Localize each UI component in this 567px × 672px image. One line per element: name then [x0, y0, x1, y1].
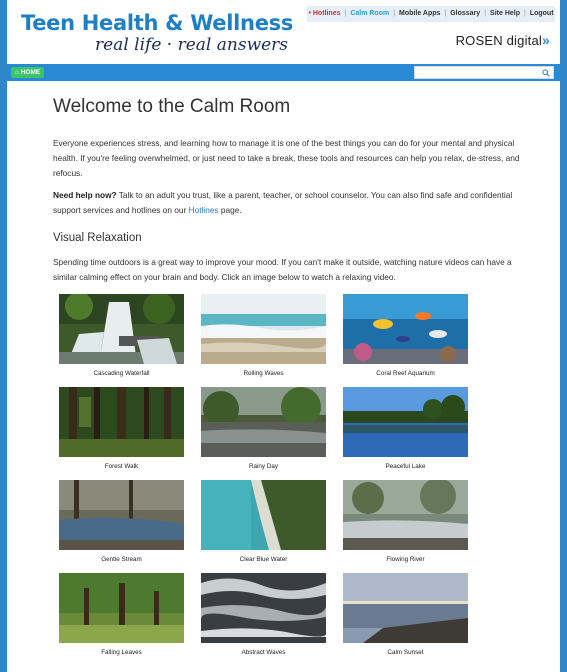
video-thumb-coral-reef[interactable]: Coral Reef Aquarium	[343, 294, 468, 377]
clear-water-image[interactable]	[201, 480, 326, 550]
nav-separator: |	[444, 10, 447, 17]
hotlines-link[interactable]: • Hotlines	[308, 6, 340, 22]
video-caption: Clear Blue Water	[239, 556, 288, 563]
site-logo[interactable]: Teen Health & Wellness real life · real …	[21, 12, 293, 56]
falling-leaves-image[interactable]	[59, 573, 184, 643]
site-help-link[interactable]: Site Help	[490, 6, 520, 22]
video-thumb-forest-walk[interactable]: Forest Walk	[59, 387, 184, 470]
intro-paragraph: Everyone experiences stress, and learnin…	[53, 138, 520, 178]
page-title: Welcome to the Calm Room	[53, 96, 291, 117]
nav-separator: |	[484, 10, 487, 17]
lake-image[interactable]	[343, 387, 468, 457]
forest-image[interactable]	[59, 387, 184, 457]
video-caption: Gentle Stream	[101, 556, 142, 563]
video-caption: Peaceful Lake	[385, 463, 426, 470]
hotlines-inline-link[interactable]: Hotlines	[189, 205, 219, 215]
help-heading: Need help now?	[53, 190, 117, 200]
abstract-waves-image[interactable]	[201, 573, 326, 643]
river-image[interactable]	[343, 480, 468, 550]
video-caption: Cascading Waterfall	[93, 370, 150, 377]
brand-title: Teen Health & Wellness	[21, 11, 294, 35]
top-nav: • Hotlines | Calm Room | Mobile Apps | G…	[307, 6, 555, 22]
video-caption: Rolling Waves	[243, 370, 284, 377]
video-thumb-clear-blue-water[interactable]: Clear Blue Water	[201, 480, 326, 563]
page: Teen Health & Wellness real life · real …	[7, 0, 560, 672]
help-paragraph: Need help now? Talk to an adult you trus…	[53, 188, 523, 218]
nav-separator: |	[344, 10, 347, 17]
help-text: Talk to an adult you trust, like a paren…	[53, 190, 513, 215]
waves-image[interactable]	[201, 294, 326, 364]
video-thumb-peaceful-lake[interactable]: Peaceful Lake	[343, 387, 468, 470]
main-navbar: ⌂ HOME	[7, 64, 560, 81]
rainy-day-image[interactable]	[201, 387, 326, 457]
publisher-name: ROSEN digital	[455, 33, 542, 48]
search-input[interactable]	[414, 66, 554, 79]
video-caption: Abstract Waves	[241, 649, 286, 656]
calm-room-link[interactable]: Calm Room	[350, 6, 389, 22]
video-caption: Coral Reef Aquarium	[376, 370, 435, 377]
video-thumb-gentle-stream[interactable]: Gentle Stream	[59, 480, 184, 563]
stream-image[interactable]	[59, 480, 184, 550]
video-thumb-rainy-day[interactable]: Rainy Day	[201, 387, 326, 470]
video-caption: Calm Sunset	[387, 649, 424, 656]
nav-separator: |	[393, 10, 396, 17]
brand-tagline: real life · real answers	[95, 35, 289, 55]
video-caption: Forest Walk	[104, 463, 139, 470]
video-thumb-rolling-waves[interactable]: Rolling Waves	[201, 294, 326, 377]
video-thumb-falling-leaves[interactable]: Falling Leaves	[59, 573, 184, 656]
video-thumb-abstract-waves[interactable]: Abstract Waves	[201, 573, 326, 656]
chevron-right-icon: »	[542, 32, 550, 48]
video-thumb-calm-sunset[interactable]: Calm Sunset	[343, 573, 468, 656]
nav-separator: |	[523, 10, 526, 17]
section-title: Visual Relaxation	[53, 232, 142, 244]
sunset-image[interactable]	[343, 573, 468, 643]
video-thumb-cascading-waterfall[interactable]: Cascading Waterfall	[59, 294, 184, 377]
logout-link[interactable]: Logout	[530, 6, 554, 22]
video-caption: Flowing River	[386, 556, 425, 563]
help-text-end: page.	[218, 205, 242, 215]
video-thumb-flowing-river[interactable]: Flowing River	[343, 480, 468, 563]
section-paragraph: Spending time outdoors is a great way to…	[53, 257, 512, 282]
glossary-link[interactable]: Glossary	[450, 6, 480, 22]
video-caption: Falling Leaves	[101, 649, 142, 656]
search-icon[interactable]	[542, 69, 550, 77]
waterfall-image[interactable]	[59, 294, 184, 364]
coral-reef-image[interactable]	[343, 294, 468, 364]
mobile-apps-link[interactable]: Mobile Apps	[399, 6, 440, 22]
video-caption: Rainy Day	[248, 463, 279, 470]
home-button[interactable]: ⌂ HOME	[11, 67, 45, 78]
publisher-logo[interactable]: ROSEN digital»	[456, 32, 550, 48]
